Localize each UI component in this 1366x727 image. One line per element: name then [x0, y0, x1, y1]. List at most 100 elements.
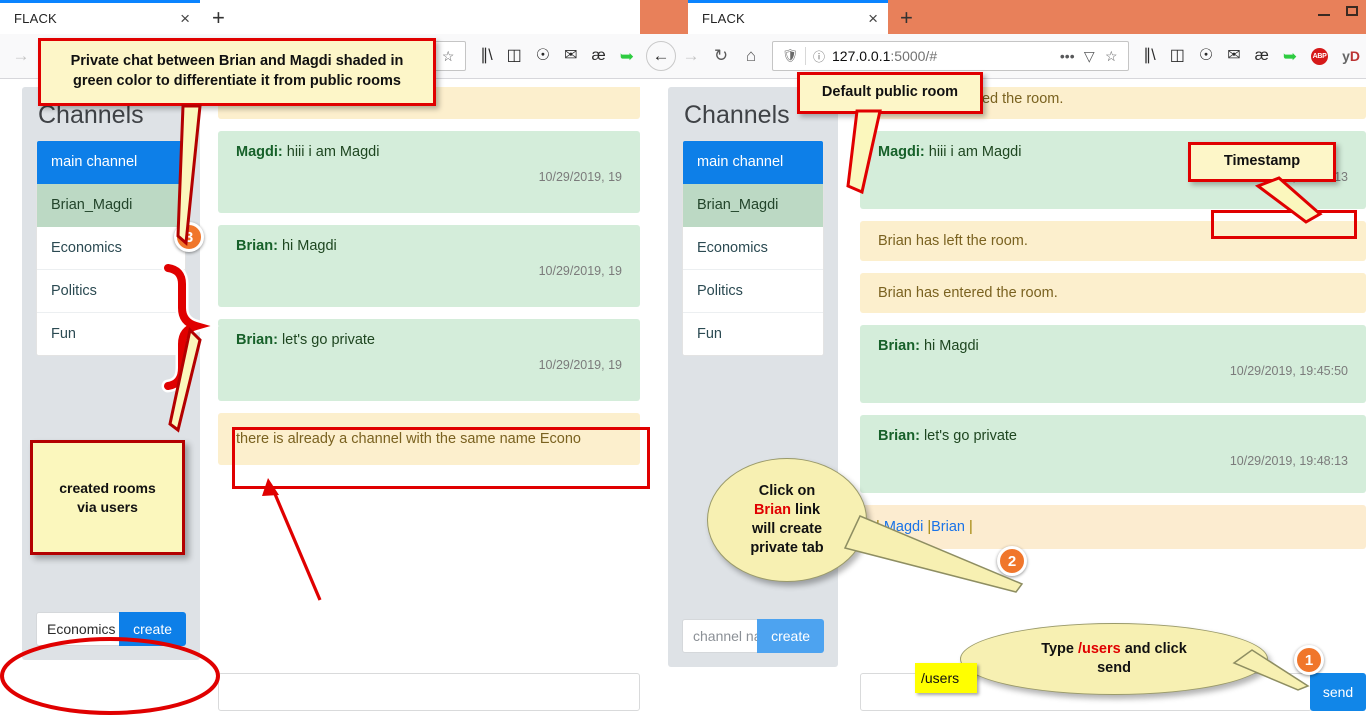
nav-bar-right: ← → ↻ ⌂ 🛡 ⓘ 127.0.0.1:5000/# ••• ▽ ☆ ∥\ …: [640, 34, 1366, 79]
annotation-created-rooms-line1: created rooms: [59, 479, 156, 496]
screenshot-root: FLACK × + → 🛡 ▽ ☆ ∥\ ◫ ☉ ✉ æ ➥: [0, 0, 1366, 727]
annotation-created-rooms-line2: via users: [77, 498, 138, 515]
annotation-timestamp-highlight-box: [1211, 210, 1357, 239]
create-channel-button-left[interactable]: create: [119, 612, 186, 646]
send-button[interactable]: send: [1310, 673, 1366, 711]
chat-message: Brian: let's go private 10/29/2019, 19:4…: [860, 415, 1366, 493]
message-timestamp: 10/29/2019, 19:48:13: [1229, 454, 1348, 468]
url-host: 127.0.0.1: [832, 48, 891, 64]
browser-tab-right[interactable]: FLACK ×: [688, 3, 888, 34]
message-timestamp: 10/29/2019, 19: [538, 170, 622, 184]
title-bar-left: FLACK × +: [0, 0, 640, 34]
sidebar-item-fun-left[interactable]: Fun: [37, 313, 185, 355]
browser-window-right: FLACK × + ← → ↻ ⌂ 🛡 ⓘ 127.0.0.1:5000/# •…: [640, 0, 1366, 727]
maximize-button[interactable]: [1346, 6, 1358, 16]
user-link-magdi[interactable]: Magdi: [884, 519, 924, 535]
sidebar-icon-right[interactable]: ◫: [1170, 48, 1185, 64]
sidebar-item-economics-left[interactable]: Economics: [37, 227, 185, 270]
message-timestamp: 10/29/2019, 19: [538, 358, 622, 372]
sidebar-item-fun-right[interactable]: Fun: [683, 313, 823, 355]
yandex-dictionary-icon[interactable]: yD: [1342, 48, 1360, 64]
annotation-default-public-room: Default public room: [797, 72, 983, 114]
bookmark-star-icon-left[interactable]: ☆: [437, 48, 459, 65]
message-text: hiii i am Magdi: [928, 144, 1022, 160]
userlist-suffix: |: [969, 519, 973, 535]
mail-icon-left[interactable]: ✉: [564, 48, 577, 64]
system-message: Brian has entered the room.: [860, 273, 1366, 313]
sidebar-item-brian-magdi-left[interactable]: Brian_Magdi: [37, 184, 185, 227]
sidebar-item-politics-left[interactable]: Politics: [37, 270, 185, 313]
sidebar-item-brian-magdi-right[interactable]: Brian_Magdi: [683, 184, 823, 227]
forward-icon-left[interactable]: →: [6, 41, 36, 71]
annotation-default-public-room-text: Default public room: [821, 84, 959, 101]
extension-icons-left: ∥\ ◫ ☉ ✉ æ ➥: [472, 48, 634, 65]
pocket-icon-right[interactable]: ▽: [1078, 48, 1100, 65]
chat-message: Brian: let's go private 10/29/2019, 19: [218, 319, 640, 401]
chat-area-left: Brian has entered the room. Magdi: hiii …: [200, 87, 640, 727]
mail-icon-right[interactable]: ✉: [1227, 48, 1240, 64]
channel-name-input-right[interactable]: channel na: [682, 619, 758, 653]
user-link-brian[interactable]: Brian: [931, 519, 965, 535]
annotation-type-users: Type /users and click send: [960, 623, 1268, 695]
new-tab-button-left[interactable]: +: [212, 7, 225, 29]
composer-typed-value-text: /users: [921, 670, 960, 686]
message-text: let's go private: [923, 428, 1017, 444]
sidebar-item-economics-right[interactable]: Economics: [683, 227, 823, 270]
create-channel-button-right[interactable]: create: [757, 619, 824, 653]
channel-list-left: main channel Brian_Magdi Economics Polit…: [36, 140, 186, 356]
annotation-click-brian: Click on Brian link will create private …: [707, 458, 867, 582]
close-icon[interactable]: ×: [862, 10, 878, 27]
message-author: Magdi:: [236, 144, 283, 160]
annotation-error-highlight-box: [232, 427, 650, 489]
annotation-click-brian-l1b: link: [791, 502, 821, 519]
minimize-button[interactable]: [1318, 14, 1330, 16]
page-actions-icon-right[interactable]: •••: [1056, 48, 1078, 64]
back-icon-right[interactable]: ←: [646, 41, 676, 71]
channel-name-input-left[interactable]: Economics: [36, 612, 120, 646]
account-icon-right[interactable]: ☉: [1199, 48, 1213, 64]
message-text: let's go private: [281, 332, 375, 348]
green-arrow-icon-left[interactable]: ➥: [620, 48, 634, 65]
message-author: Magdi:: [878, 144, 925, 160]
composer-typed-value-highlight: /users: [915, 663, 977, 693]
bookmark-star-icon-right[interactable]: ☆: [1100, 48, 1122, 65]
browser-tab-left[interactable]: FLACK ×: [0, 3, 200, 34]
system-message-text: Brian has left the room.: [878, 233, 1028, 249]
step-badge-1-text: 1: [1304, 651, 1314, 669]
message-list-left: Brian has entered the room. Magdi: hiii …: [218, 87, 640, 673]
green-arrow-icon-right[interactable]: ➥: [1283, 48, 1297, 65]
title-bar-right: FLACK × +: [640, 0, 1366, 34]
online-users-message: | Magdi |Brian |: [860, 505, 1366, 549]
sidebar-item-main-channel-left[interactable]: main channel: [37, 141, 185, 184]
composer-row-left: [218, 673, 640, 711]
forward-icon-right[interactable]: →: [676, 41, 706, 71]
url-text-right: 127.0.0.1:5000/#: [828, 48, 1056, 64]
step-badge-1: 1: [1294, 645, 1324, 675]
library-icon-right[interactable]: ∥\: [1143, 48, 1155, 64]
url-bar-right[interactable]: 🛡 ⓘ 127.0.0.1:5000/# ••• ▽ ☆: [772, 41, 1130, 71]
annotation-type-users-pre: Type: [1041, 641, 1078, 658]
create-channel-row-left: Economics create: [36, 612, 186, 646]
url-divider-right: [805, 47, 806, 65]
annotation-timestamp-note: Timestamp: [1188, 142, 1336, 182]
close-icon[interactable]: ×: [174, 10, 190, 27]
ae-extension-icon-right[interactable]: æ: [1255, 48, 1269, 64]
message-author: Brian:: [878, 338, 920, 354]
sidebar-item-main-channel-right[interactable]: main channel: [683, 141, 823, 184]
info-icon-right[interactable]: ⓘ: [810, 48, 828, 65]
message-author: Brian:: [236, 332, 278, 348]
adblock-plus-icon[interactable]: ABP: [1311, 47, 1329, 65]
account-icon-left[interactable]: ☉: [536, 48, 550, 64]
new-tab-button-right[interactable]: +: [900, 7, 913, 29]
step-badge-3-text: 3: [184, 228, 194, 246]
ae-extension-icon-left[interactable]: æ: [592, 48, 606, 64]
create-channel-row-right: channel na create: [682, 619, 824, 653]
sidebar-item-politics-right[interactable]: Politics: [683, 270, 823, 313]
reload-icon-right[interactable]: ↻: [706, 41, 736, 71]
message-input-left[interactable]: [218, 673, 640, 711]
library-icon-left[interactable]: ∥\: [480, 48, 492, 64]
composer-left: [218, 673, 640, 727]
system-message-text: Brian has entered the room.: [878, 285, 1058, 301]
home-icon-right[interactable]: ⌂: [736, 41, 766, 71]
sidebar-icon-left[interactable]: ◫: [507, 48, 522, 64]
